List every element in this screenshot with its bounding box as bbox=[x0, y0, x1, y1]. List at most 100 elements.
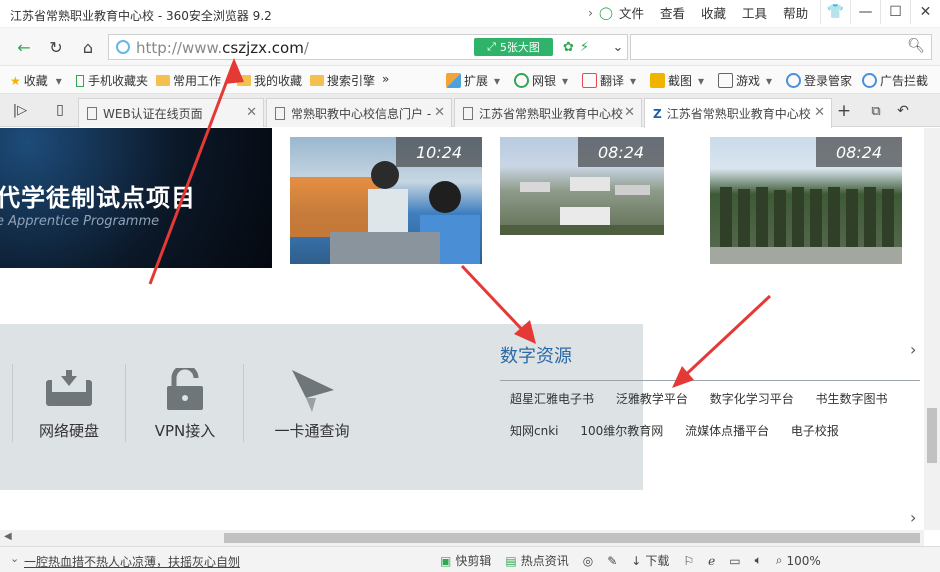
link-e-newspaper[interactable]: 电子校报 bbox=[791, 424, 839, 438]
zoom-level[interactable]: 100% bbox=[787, 554, 821, 568]
user-icon[interactable]: ◯ bbox=[599, 5, 613, 20]
close-button[interactable]: ✕ bbox=[910, 0, 940, 24]
link-cnki[interactable]: 知网cnki bbox=[510, 424, 559, 438]
divider bbox=[500, 380, 920, 381]
ie-icon[interactable]: ℯ bbox=[708, 554, 715, 568]
flag-icon[interactable]: ⚐ bbox=[683, 554, 694, 568]
chevron-right-icon[interactable]: › bbox=[588, 5, 593, 20]
chevron-right-icon[interactable]: › bbox=[910, 340, 916, 359]
thumbnail-robot[interactable]: 10:24 bbox=[290, 137, 482, 264]
speed-icon[interactable]: ◎ bbox=[583, 554, 593, 568]
close-tab-icon[interactable]: ✕ bbox=[434, 105, 445, 120]
ext-login-manager[interactable]: 登录管家 bbox=[786, 72, 852, 89]
scissors-icon bbox=[650, 73, 665, 88]
service-vpn[interactable]: VPN接入 bbox=[125, 364, 245, 440]
thumbnail-campus[interactable]: 08:24 bbox=[500, 137, 664, 235]
home-icon[interactable]: ⌂ bbox=[78, 37, 98, 57]
link-shusheng-library[interactable]: 书生数字图书 bbox=[816, 392, 888, 406]
digital-resources-heading[interactable]: 数字资源 bbox=[500, 342, 572, 368]
tab-school-active[interactable]: Z 江苏省常熟职业教育中心校 ✕ bbox=[644, 98, 832, 128]
search-input[interactable]: 🔍︎ bbox=[630, 34, 932, 60]
key-icon bbox=[786, 73, 801, 88]
menu-favorites[interactable]: 收藏 bbox=[701, 3, 726, 22]
scroll-thumb[interactable] bbox=[927, 408, 937, 463]
vertical-scrollbar[interactable] bbox=[924, 128, 940, 530]
extend-icon bbox=[446, 73, 461, 88]
fav-folder-mine[interactable]: 我的收藏 bbox=[237, 72, 302, 89]
link-chaoxing-ebook[interactable]: 超星汇雅电子书 bbox=[510, 392, 594, 406]
chevron-right-icon[interactable]: › bbox=[910, 508, 916, 527]
tab-web-auth[interactable]: WEB认证在线页面 ✕ bbox=[78, 98, 264, 127]
download-button[interactable]: 下载 bbox=[645, 552, 669, 569]
scroll-left-icon[interactable]: ◀ bbox=[4, 531, 12, 542]
service-netdisk[interactable]: 网络硬盘 bbox=[9, 368, 129, 440]
menu-file[interactable]: 文件 bbox=[619, 3, 644, 22]
news-icon[interactable]: ▤ bbox=[505, 554, 516, 568]
new-tab-button[interactable]: + bbox=[834, 101, 854, 121]
page-content: 代学徒制试点项目 e Apprentice Programme 10:24 08… bbox=[0, 128, 924, 530]
window-icon[interactable]: ▭ bbox=[729, 554, 740, 568]
link-digital-learning[interactable]: 数字化学习平台 bbox=[710, 392, 794, 406]
tab-list-icon[interactable]: ⧉ bbox=[866, 101, 886, 121]
download-icon[interactable]: ↓ bbox=[631, 554, 641, 568]
tab-school-1[interactable]: 江苏省常熟职业教育中心校 ✕ bbox=[454, 98, 642, 127]
phone-icon[interactable]: ▯ bbox=[50, 100, 70, 120]
fav-folder-search[interactable]: 搜索引擎 bbox=[310, 72, 375, 89]
chevron-down-icon[interactable]: ⌄ bbox=[608, 37, 628, 57]
link-fanya-platform[interactable]: 泛雅教学平台 bbox=[616, 392, 688, 406]
close-tab-icon[interactable]: ✕ bbox=[246, 105, 257, 120]
quick-edit-button[interactable]: 快剪辑 bbox=[455, 552, 491, 569]
banner-title: 代学徒制试点项目 bbox=[0, 184, 196, 212]
ext-bank[interactable]: 网银 ▾ bbox=[514, 72, 568, 89]
undo-close-icon[interactable]: ↶ bbox=[893, 101, 913, 121]
resource-links-row-2: 知网cnki 100维尔教育网 流媒体点播平台 电子校报 bbox=[510, 422, 857, 439]
video-edit-icon[interactable]: ▣ bbox=[440, 554, 451, 568]
horizontal-scrollbar[interactable]: ◀ bbox=[0, 530, 924, 546]
menu-tools[interactable]: 工具 bbox=[742, 3, 767, 22]
apprentice-banner[interactable]: 代学徒制试点项目 e Apprentice Programme bbox=[0, 128, 272, 268]
service-card-query[interactable]: 一卡通查询 bbox=[252, 368, 372, 440]
url-text[interactable]: http://www.cszjzx.com/ bbox=[136, 39, 309, 57]
speed-mode-icon[interactable]: ⚡ bbox=[580, 40, 589, 55]
star-icon: ★ bbox=[10, 73, 21, 88]
refresh-icon[interactable]: ↻ bbox=[46, 37, 66, 57]
tab-portal[interactable]: 常熟职教中心校信息门户 - ✕ bbox=[266, 98, 452, 127]
divider bbox=[243, 364, 244, 442]
close-tab-icon[interactable]: ✕ bbox=[624, 105, 635, 120]
fav-more[interactable]: » bbox=[382, 72, 389, 86]
sidebar-toggle-icon[interactable]: |▷ bbox=[10, 100, 30, 120]
volume-icon[interactable]: 🔈︎ bbox=[755, 553, 762, 568]
close-tab-icon[interactable]: ✕ bbox=[814, 105, 825, 120]
ext-games[interactable]: 游戏 ▾ bbox=[718, 72, 772, 89]
ext-screenshot[interactable]: 截图 ▾ bbox=[650, 72, 704, 89]
pin-icon[interactable]: ✎ bbox=[607, 554, 617, 568]
translate-icon bbox=[582, 73, 597, 88]
skin-icon[interactable]: 👕 bbox=[820, 0, 850, 24]
ext-translate[interactable]: 翻译 ▾ bbox=[582, 72, 636, 89]
window-controls: 👕 — ☐ ✕ bbox=[820, 0, 940, 24]
fav-collect[interactable]: ★ 收藏 ▾ bbox=[10, 72, 62, 89]
link-streaming[interactable]: 流媒体点播平台 bbox=[685, 424, 769, 438]
news-ticker[interactable]: 一腔热血措不热人心凉薄，扶摇灰心自刎 bbox=[24, 553, 240, 570]
menu-view[interactable]: 查看 bbox=[660, 3, 685, 22]
chevron-down-icon[interactable]: ⌄ bbox=[10, 552, 19, 565]
scroll-thumb[interactable] bbox=[224, 533, 920, 543]
search-icon[interactable]: 🔍︎ bbox=[907, 38, 925, 54]
fav-mobile[interactable]: 手机收藏夹 bbox=[76, 72, 148, 89]
tab-bar: |▷ ▯ WEB认证在线页面 ✕ 常熟职教中心校信息门户 - ✕ 江苏省常熟职业教育… bbox=[0, 94, 940, 128]
hot-news-button[interactable]: 热点资讯 bbox=[521, 552, 569, 569]
address-input[interactable]: http://www.cszjzx.com/ ⤢ 5张大图 ✿ ⚡ bbox=[108, 34, 628, 60]
ext-adblock[interactable]: 广告拦截 bbox=[862, 72, 928, 89]
link-100weier[interactable]: 100维尔教育网 bbox=[580, 424, 663, 438]
zoom-icon[interactable]: ⌕ bbox=[776, 553, 783, 568]
thumbnail-training[interactable]: 08:24 bbox=[710, 137, 902, 264]
image-mode-button[interactable]: ⤢ 5张大图 bbox=[474, 38, 553, 56]
menu-help[interactable]: 帮助 bbox=[783, 3, 808, 22]
back-icon[interactable]: ← bbox=[14, 37, 34, 57]
maximize-button[interactable]: ☐ bbox=[880, 0, 910, 24]
minimize-button[interactable]: — bbox=[850, 0, 880, 24]
ext-extend[interactable]: 扩展 ▾ bbox=[446, 72, 500, 89]
fav-folder-work[interactable]: 常用工作 bbox=[156, 72, 221, 89]
download-tray-icon bbox=[46, 370, 92, 406]
security-icon[interactable]: ✿ bbox=[563, 40, 574, 55]
